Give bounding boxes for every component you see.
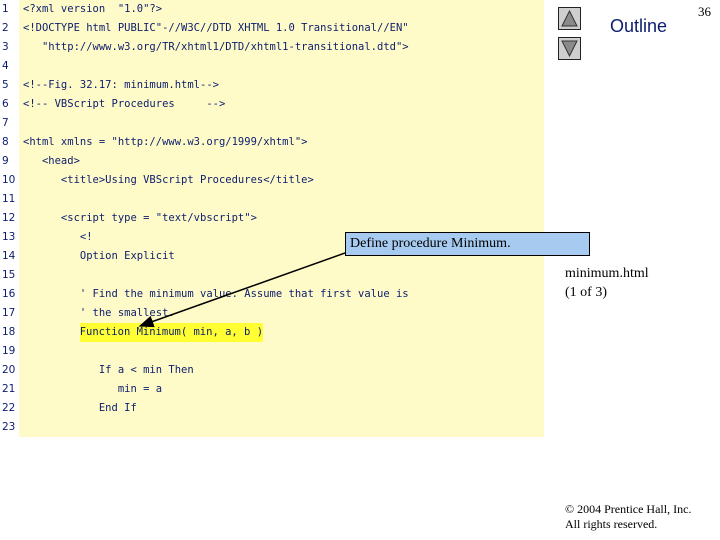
line-number: 10 — [2, 174, 16, 186]
outline-title: Outline — [610, 16, 668, 36]
code-text: <?xml version "1.0"?> — [23, 3, 163, 15]
code-line: 21 min = a — [0, 380, 544, 399]
line-number: 3 — [2, 41, 9, 53]
line-number: 8 — [2, 136, 9, 148]
code-text: <! — [23, 231, 93, 243]
code-line: 8 <html xmlns = "http://www.w3.org/1999/x… — [0, 133, 544, 152]
code-line: 22 End If — [0, 399, 544, 418]
code-listing-panel: 1 <?xml version "1.0"?> 2 <!DOCTYPE html PU… — [0, 0, 544, 437]
rights-line: All rights reserved. — [565, 517, 658, 531]
file-label: minimum.html (1 of 3) — [565, 264, 649, 302]
copyright-line: © 2004 Prentice Hall, Inc. — [565, 502, 692, 516]
code-line: 5 <!--Fig. 32.17: minimum.html--> — [0, 76, 544, 95]
line-number: 23 — [2, 421, 16, 433]
line-number: 21 — [2, 383, 16, 395]
line-number: 14 — [2, 250, 16, 262]
line-number: 4 — [2, 60, 9, 72]
code-line: 9 <head> — [0, 152, 544, 171]
code-text: <script type = "text/vbscript"> — [23, 212, 257, 224]
code-text: If a < min Then — [23, 364, 194, 376]
code-text: Function Minimum( min, a, b ) — [79, 323, 264, 342]
code-line: 11 — [0, 190, 544, 209]
line-number: 20 — [2, 364, 16, 376]
triangle-down-icon — [561, 40, 578, 57]
line-number: 5 — [2, 79, 9, 91]
code-line: 12 <script type = "text/vbscript"> — [0, 209, 544, 228]
file-name: minimum.html — [565, 266, 649, 281]
line-number: 1 — [2, 3, 9, 15]
code-line: 15 — [0, 266, 544, 285]
line-number: 12 — [2, 212, 16, 224]
line-number: 18 — [2, 326, 16, 338]
line-number: 11 — [2, 193, 16, 205]
code-text: ' the smallest. — [23, 307, 175, 319]
line-number: 7 — [2, 117, 9, 129]
code-text: ' Find the minimum value. Assume that fi… — [23, 288, 409, 300]
line-number: 19 — [2, 345, 16, 357]
file-part: (1 of 3) — [565, 285, 607, 300]
code-line: 2 <!DOCTYPE html PUBLIC"-//W3C//DTD XHTML… — [0, 19, 544, 38]
page-number: 36 — [698, 4, 711, 19]
code-line: 18 Function Minimum( min, a, b ) — [0, 323, 544, 342]
code-line: 23 — [0, 418, 544, 437]
next-slide-button[interactable] — [558, 37, 581, 60]
line-number: 9 — [2, 155, 9, 167]
code-line: 19 — [0, 342, 544, 361]
line-number: 17 — [2, 307, 16, 319]
code-line: 1 <?xml version "1.0"?> — [0, 0, 544, 19]
code-text: <head> — [23, 155, 80, 167]
code-line: 10 <title>Using VBScript Procedures</tit… — [0, 171, 544, 190]
line-number: 15 — [2, 269, 16, 281]
code-line: 20 If a < min Then — [0, 361, 544, 380]
code-line: 6 <!-- VBScript Procedures --> — [0, 95, 544, 114]
previous-slide-button[interactable] — [558, 7, 581, 30]
triangle-up-icon — [561, 10, 578, 27]
code-text: "http://www.w3.org/TR/xhtml1/DTD/xhtml1-… — [23, 41, 409, 53]
code-text: <!-- VBScript Procedures --> — [23, 98, 226, 110]
line-number: 16 — [2, 288, 16, 300]
line-number: 13 — [2, 231, 16, 243]
code-line: 7 — [0, 114, 544, 133]
code-text: <title>Using VBScript Procedures</title> — [23, 174, 314, 186]
code-text: End If — [23, 402, 137, 414]
code-line: 4 — [0, 57, 544, 76]
line-number: 2 — [2, 22, 9, 34]
line-number: 22 — [2, 402, 16, 414]
copyright-notice: © 2004 Prentice Hall, Inc. All rights re… — [565, 502, 691, 532]
line-number: 6 — [2, 98, 9, 110]
code-line: 16 ' Find the minimum value. Assume that… — [0, 285, 544, 304]
code-line: 3 "http://www.w3.org/TR/xhtml1/DTD/xhtml… — [0, 38, 544, 57]
code-text: <!--Fig. 32.17: minimum.html--> — [23, 79, 219, 91]
callout-box: Define procedure Minimum. — [345, 232, 590, 256]
code-text: <html xmlns = "http://www.w3.org/1999/xh… — [23, 136, 308, 148]
code-text: min = a — [23, 383, 163, 395]
code-line: 17 ' the smallest. — [0, 304, 544, 323]
code-text: Option Explicit — [23, 250, 175, 262]
code-text: <!DOCTYPE html PUBLIC"-//W3C//DTD XHTML … — [23, 22, 409, 34]
